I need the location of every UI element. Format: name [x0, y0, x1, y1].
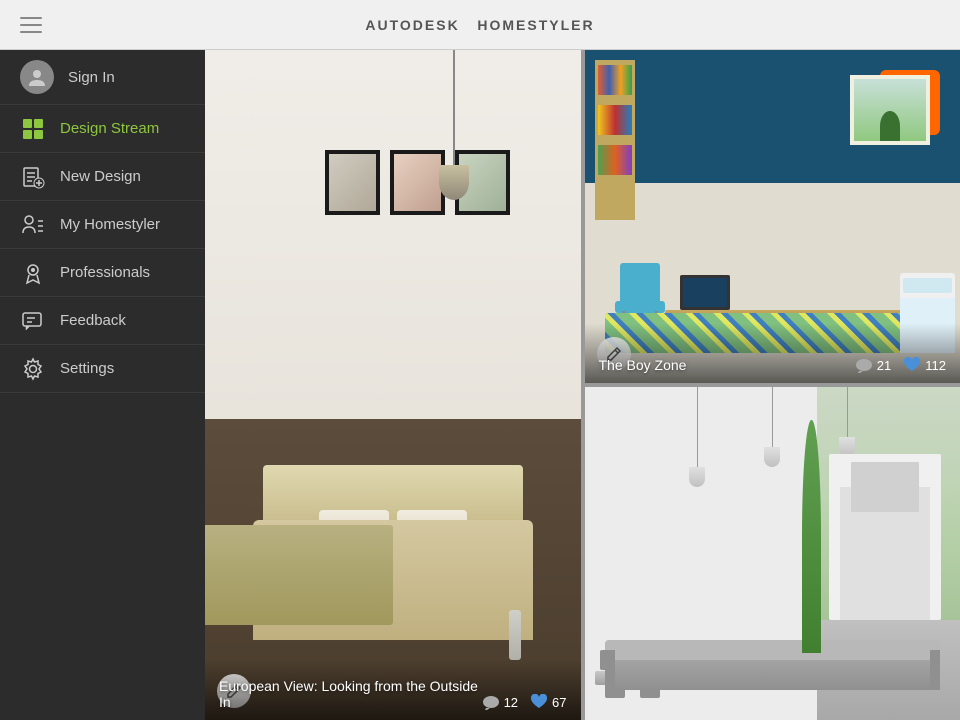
bedroom-image [205, 50, 581, 720]
feedback-icon [20, 308, 46, 334]
professionals-label: Professionals [60, 264, 150, 281]
sidebar-item-professionals[interactable]: Professionals [0, 249, 205, 297]
sidebar: Sign In Design Stream New [0, 50, 205, 720]
settings-icon [20, 356, 46, 382]
tree [802, 420, 821, 653]
sofa [605, 640, 941, 690]
sidebar-item-my-homestyler[interactable]: My Homestyler [0, 201, 205, 249]
sidebar-item-settings[interactable]: Settings [0, 345, 205, 393]
bed [253, 520, 533, 640]
boyzone-card-overlay: The Boy Zone 21 112 [585, 323, 960, 383]
sidebar-item-signin[interactable]: Sign In [0, 50, 205, 105]
feedback-label: Feedback [60, 312, 126, 329]
pendant-shade [439, 165, 469, 200]
main-content: European View: Looking from the Outside … [205, 50, 960, 720]
hamburger-button[interactable] [15, 12, 47, 38]
heart-icon [530, 694, 548, 710]
pendant-1 [689, 387, 705, 487]
large-card-stats: 12 67 [482, 694, 567, 710]
comment-icon [482, 694, 500, 710]
monitor [680, 275, 730, 310]
grid-icon [21, 117, 45, 141]
title-suffix: HOMESTYLER [477, 17, 594, 33]
award-icon [21, 261, 45, 285]
new-design-label: New Design [60, 168, 141, 185]
boyzone-card-title: The Boy Zone [599, 357, 687, 373]
large-card-title: European View: Looking from the Outside … [219, 678, 482, 710]
pendant-2 [764, 387, 780, 487]
pencil-plus-icon [21, 165, 45, 189]
design-stream-label: Design Stream [60, 120, 159, 137]
app-header: AUTODESK HOMESTYLER [0, 0, 960, 50]
bookshelf [595, 60, 635, 220]
pendant-lamp [453, 50, 455, 170]
sidebar-item-new-design[interactable]: New Design [0, 153, 205, 201]
new-design-icon [20, 164, 46, 190]
professionals-icon [20, 260, 46, 286]
gear-icon [21, 357, 45, 381]
settings-label: Settings [60, 360, 114, 377]
app-title: AUTODESK HOMESTYLER [365, 17, 594, 33]
design-card-large[interactable]: European View: Looking from the Outside … [205, 50, 581, 720]
boyzone-comment-count: 21 [877, 358, 891, 373]
exterior-view [829, 454, 942, 621]
large-card-overlay: European View: Looking from the Outside … [205, 660, 581, 720]
heart-icon-2 [903, 357, 921, 373]
sidebar-item-design-stream[interactable]: Design Stream [0, 105, 205, 153]
like-count: 67 [552, 695, 566, 710]
my-homestyler-icon [20, 212, 46, 238]
speech-bubble-icon [21, 309, 45, 333]
design-card-modern[interactable] [585, 387, 960, 720]
comment-stat: 12 [482, 694, 518, 710]
comment-icon-2 [855, 357, 873, 373]
avatar [20, 60, 54, 94]
frame-2 [390, 150, 445, 215]
sidebar-item-feedback[interactable]: Feedback [0, 297, 205, 345]
boyzone-like-count: 112 [925, 358, 946, 373]
my-homestyler-label: My Homestyler [60, 216, 160, 233]
window [850, 75, 930, 145]
person-list-icon [21, 213, 45, 237]
title-prefix: AUTODESK [365, 17, 459, 33]
boyzone-card-stats: 21 112 [855, 357, 946, 373]
chair-back [620, 263, 660, 303]
comment-count: 12 [504, 695, 518, 710]
signin-label: Sign In [68, 69, 115, 86]
boyzone-comment-stat: 21 [855, 357, 891, 373]
like-stat: 67 [530, 694, 566, 710]
boyzone-like-stat: 112 [903, 357, 946, 373]
user-icon [27, 67, 47, 87]
design-stream-icon [20, 116, 46, 142]
wall-frames [325, 150, 510, 215]
design-card-boyzone[interactable]: SF [585, 50, 960, 383]
side-table [509, 610, 521, 660]
modern-room-image [585, 387, 960, 720]
frame-1 [325, 150, 380, 215]
